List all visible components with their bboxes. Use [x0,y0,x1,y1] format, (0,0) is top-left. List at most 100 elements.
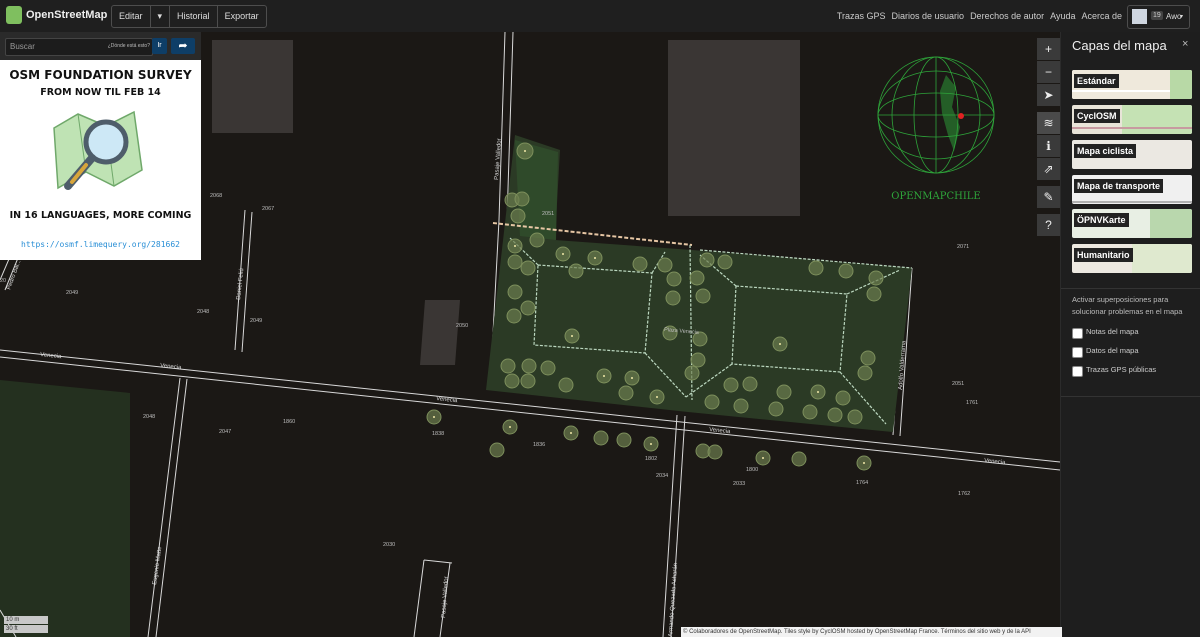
map-attribution[interactable]: © Colaboradores de OpenStreetMap. Tiles … [681,627,1062,637]
layer-label: Mapa de transporte [1074,179,1164,193]
house-number: 2049 [250,318,262,324]
divider [1061,396,1200,397]
house-number: 2067 [262,206,274,212]
street-label-venecia: Venecia [436,396,459,404]
edit-button-group: Editar ▾ Historial Exportar [111,5,267,28]
street-label-venecia: Venecia [40,352,63,360]
house-number: 1802 [645,456,657,462]
gps-traces-checkbox[interactable] [1072,366,1083,377]
banner-title: OSM FOUNDATION SURVEY [9,68,192,82]
add-note-icon[interactable]: ✎ [1037,186,1060,208]
nav-user-diaries[interactable]: Diarios de usuario [892,11,965,21]
house-number: 1762 [958,491,970,497]
house-number: 2034 [656,473,668,479]
overlay-intro: Activar superposiciones para solucionar … [1072,295,1183,316]
layers-icon[interactable]: ≋ [1037,112,1060,134]
map-data-checkbox[interactable] [1072,347,1083,358]
street-label-eugenio-matte: Eugenio Matte [152,545,163,585]
share-icon[interactable]: ⇗ [1037,158,1060,180]
house-number: 2048 [197,309,209,315]
layer-standard[interactable]: Estándar [1072,70,1192,99]
survey-banner[interactable]: OSM FOUNDATION SURVEY FROM NOW TIL FEB 1… [0,60,201,260]
export-button[interactable]: Exportar [218,6,266,27]
scale-bar: 10 m 30 ft [4,616,48,634]
notes-checkbox[interactable] [1072,328,1083,339]
nav-copyright[interactable]: Derechos de autor [970,11,1044,21]
scale-imperial: 30 ft [4,625,48,633]
message-count-badge: 19 [1151,11,1163,20]
top-navbar: OpenStreetMap Editar ▾ Historial Exporta… [0,0,1200,33]
layer-humanitarian[interactable]: Humanitario [1072,244,1192,273]
close-icon[interactable]: × [1182,38,1188,50]
zoom-out-button[interactable]: − [1037,61,1060,83]
info-icon[interactable]: ℹ [1037,135,1060,157]
layer-label: Mapa ciclista [1074,144,1137,158]
edit-dropdown-button[interactable]: ▾ [151,6,171,27]
house-number: 1860 [283,419,295,425]
banner-subtitle: FROM NOW TIL FEB 14 [40,87,161,98]
nav-about[interactable]: Acerca de [1081,11,1122,21]
brand-name[interactable]: OpenStreetMap [26,9,107,21]
nav-gps-traces[interactable]: Trazas GPS [837,11,886,21]
street-label-venecia: Venecia [709,427,732,435]
directions-icon[interactable]: ➦ [171,38,195,54]
divider [1061,288,1200,289]
search-go-button[interactable]: Ir [152,38,167,54]
layer-cyclosm[interactable]: CyclOSM [1072,105,1192,134]
user-menu[interactable]: 19 Awo ▾ [1127,5,1190,29]
street-label-quezada: Armando Quezada Acharán [668,563,679,637]
layer-label: Estándar [1074,74,1119,88]
layer-opnvkarte[interactable]: ÖPNVKarte [1072,209,1192,238]
house-number: 1836 [533,442,545,448]
house-number: 2048 [143,414,155,420]
query-features-icon[interactable]: ? [1037,214,1060,236]
zoom-in-button[interactable]: + [1037,38,1060,60]
panel-title: Capas del mapa [1072,38,1167,53]
locate-icon[interactable]: ➤ [1037,84,1060,106]
house-number: 2051 [542,211,554,217]
house-number: 1838 [432,431,444,437]
openmapchile-globe-logo: OPENMAPCHILE [877,56,995,202]
layer-label: ÖPNVKarte [1074,213,1129,227]
magnifier-map-icon [53,110,143,190]
secondary-nav: Trazas GPS Diarios de usuario Derechos d… [837,11,1122,21]
avatar [1132,9,1147,24]
map-data-label[interactable]: Datos del mapa [1086,346,1139,355]
house-number: 2051 [952,381,964,387]
layer-transport-map[interactable]: Mapa de transporte [1072,175,1192,204]
street-label-daniel-feliu: Daniel Feliú [236,268,245,300]
where-is-this-link[interactable]: ¿Dónde está esto? [108,43,150,49]
openmapchile-logo-text: OPENMAPCHILE [891,191,980,202]
edit-button[interactable]: Editar [112,6,151,27]
house-number: 2030 [383,542,395,548]
house-number: 1764 [856,480,868,486]
layer-label: CyclOSM [1074,109,1120,123]
search-placeholder: Buscar [10,42,35,51]
search-bar: Buscar ¿Dónde está esto? Ir ➦ [0,32,201,60]
layer-cycle-map[interactable]: Mapa ciclista [1072,140,1192,169]
house-number: 2033 [733,481,745,487]
chevron-down-icon: ▾ [1180,14,1184,20]
house-number: 2049 [66,290,78,296]
house-number: 1800 [746,467,758,473]
map-layers-panel: Capas del mapa × Estándar CyclOSM Mapa c… [1060,32,1200,637]
house-number: 2068 [210,193,222,199]
notes-label[interactable]: Notas del mapa [1086,327,1139,336]
osm-logo-icon[interactable] [6,6,22,24]
scale-metric: 10 m [4,616,48,624]
history-button[interactable]: Historial [170,6,218,27]
house-number: 2071 [957,244,969,250]
street-label-pasaje-valledor: Pasaje Valledor [441,576,450,618]
street-label-venecia: Venecia [160,363,183,371]
street-label-venecia: Venecia [984,458,1007,466]
gps-traces-label[interactable]: Trazas GPS públicas [1086,365,1156,374]
house-number: 20 [0,278,6,284]
nav-help[interactable]: Ayuda [1050,11,1075,21]
house-number: 2050 [456,323,468,329]
banner-languages: IN 16 LANGUAGES, MORE COMING [9,210,192,221]
street-label-pedro: Pedro Bal... [6,259,22,291]
banner-url[interactable]: https://osmf.limequery.org/281662 [0,240,201,249]
house-number: 2047 [219,429,231,435]
search-input[interactable]: Buscar ¿Dónde está esto? [5,38,153,56]
house-number: 1761 [966,400,978,406]
